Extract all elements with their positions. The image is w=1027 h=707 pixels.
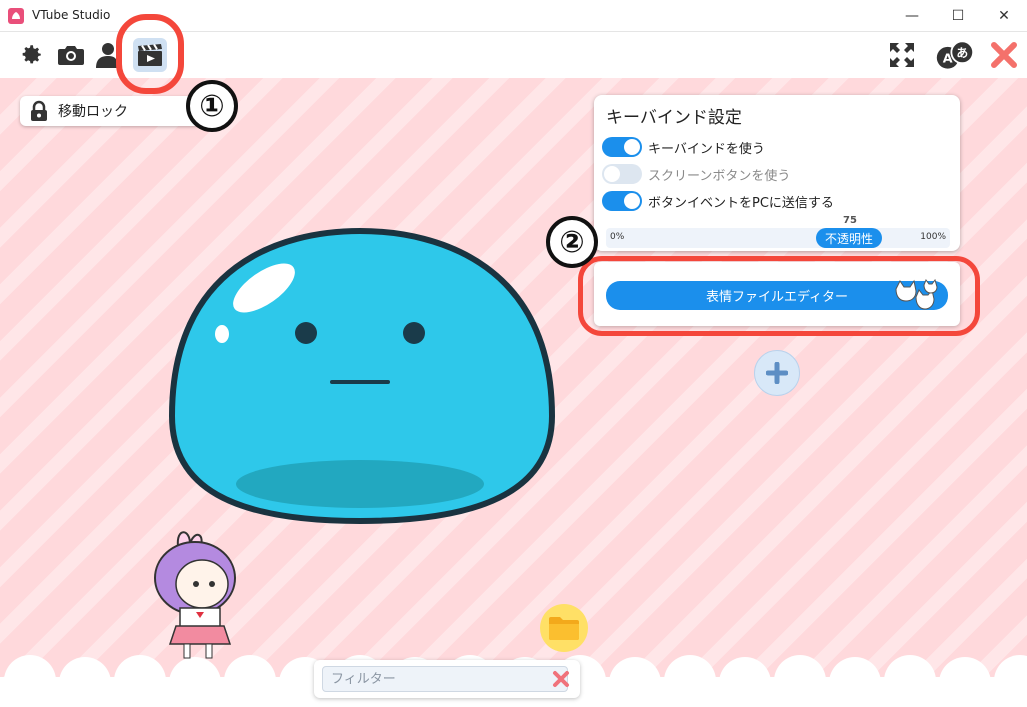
lock-icon [31,100,47,121]
opacity-slider-thumb[interactable]: 不透明性 [816,228,882,248]
open-folder-button[interactable] [540,604,588,652]
folder-icon [549,617,579,640]
filter-input[interactable] [322,666,568,692]
use-hotkeys-toggle[interactable] [602,137,642,157]
screen-buttons-label: スクリーンボタンを使う [648,168,791,184]
close-window-button[interactable]: ✕ [981,0,1027,31]
send-to-pc-toggle[interactable] [602,191,642,211]
opacity-slider[interactable]: 0% 100% [606,228,950,248]
opacity-min-label: 0% [610,232,625,242]
opacity-max-label: 100% [920,232,946,242]
mascot-sticker [154,531,236,659]
toggle-knob [604,166,620,182]
annotation-step-2: ② [546,216,598,268]
send-to-pc-label: ボタンイベントをPCに送信する [648,195,834,211]
settings-button[interactable] [16,40,46,70]
fullscreen-button[interactable] [887,40,917,70]
annotation-highlight-hotkeys [116,14,184,94]
filter-bar [314,660,580,698]
camera-button[interactable] [56,40,86,70]
minimize-button[interactable]: — [889,0,935,31]
clear-filter-icon[interactable] [552,670,570,688]
fullscreen-icon [890,43,914,67]
panel-title: キーバインド設定 [606,108,742,128]
plus-icon [766,362,788,384]
language-latin-glyph: A [943,50,953,65]
person-icon [96,43,118,68]
toggle-row-send-to-pc[interactable]: ボタンイベントをPCに送信する [602,190,834,212]
use-hotkeys-label: キーバインドを使う [648,141,765,157]
maximize-button[interactable]: ☐ [935,0,981,31]
opacity-value: 75 [843,215,857,226]
toggle-knob [624,139,640,155]
toggle-knob [624,193,640,209]
slime-avatar [168,227,556,525]
window-title: VTube Studio [32,8,111,22]
screen-buttons-toggle[interactable] [602,164,642,184]
camera-icon [58,46,84,65]
language-button[interactable]: A あ [935,40,975,70]
language-icon: A あ [936,40,975,69]
move-lock-button[interactable]: 移動ロック [20,96,200,126]
annotation-highlight-editor [578,256,980,336]
exit-icon [991,42,1017,68]
annotation-step-1: ① [186,80,238,132]
toggle-row-screen-buttons[interactable]: スクリーンボタンを使う [602,163,790,185]
gear-icon [22,45,41,64]
exit-button[interactable] [989,40,1019,70]
language-kana-glyph: あ [956,46,968,60]
toggle-row-use-hotkeys[interactable]: キーバインドを使う [602,136,765,158]
app-logo-icon [8,8,24,24]
add-hotkey-button[interactable] [754,350,800,396]
move-lock-label: 移動ロック [58,104,128,120]
